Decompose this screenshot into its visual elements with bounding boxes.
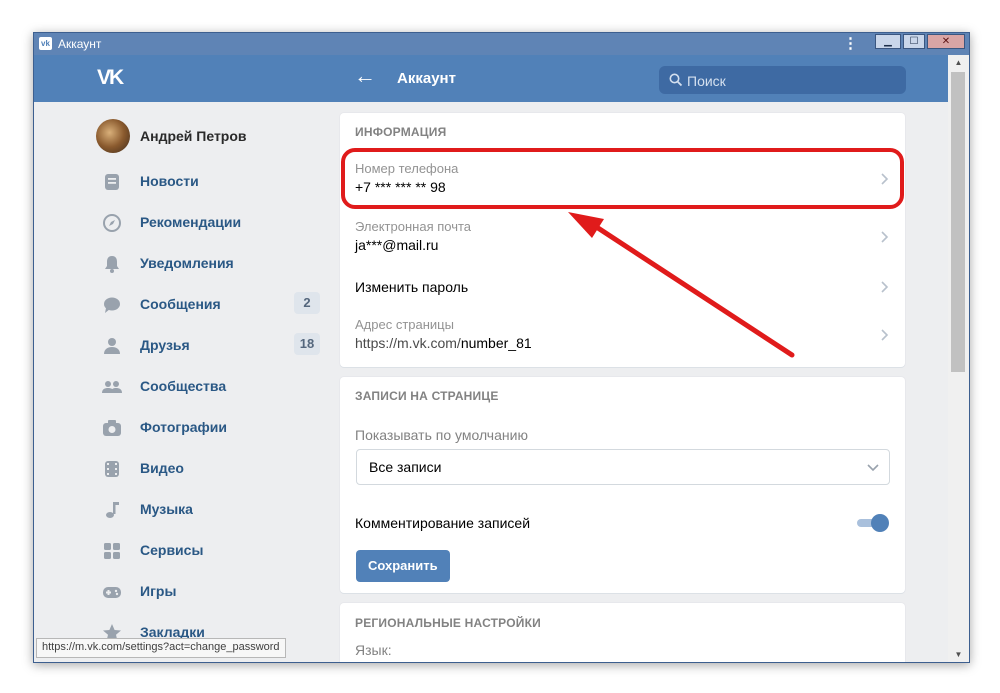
phone-value: +7 *** *** ** 98 xyxy=(355,179,446,195)
sidebar-item-friends[interactable]: Друзья 18 xyxy=(102,330,324,360)
sidebar-item-news[interactable]: Новости xyxy=(102,166,324,196)
sidebar-item-label: Новости xyxy=(140,173,199,189)
sidebar-item-label: Рекомендации xyxy=(140,214,242,230)
window-controls: ▁ ☐ ✕ xyxy=(875,34,965,49)
phone-number-row[interactable]: Номер телефона +7 *** *** ** 98 xyxy=(340,151,905,209)
email-label: Электронная почта xyxy=(355,219,472,234)
film-icon xyxy=(105,461,119,477)
chevron-right-icon xyxy=(881,231,889,243)
page-address-label: Адрес страницы xyxy=(355,317,454,332)
sidebar-item-services[interactable]: Сервисы xyxy=(102,535,324,565)
page-address-id: number_81 xyxy=(460,335,532,351)
back-arrow-icon[interactable]: ← xyxy=(354,63,376,89)
change-password-label: Изменить пароль xyxy=(355,279,469,295)
search-box[interactable] xyxy=(659,66,906,94)
posts-section-title: ЗАПИСИ НА СТРАНИЦЕ xyxy=(355,389,499,403)
window-title: Аккаунт xyxy=(58,37,102,51)
messages-count-badge: 2 xyxy=(294,292,320,314)
title-bar: vk Аккаунт ⋮ ▁ ☐ ✕ xyxy=(34,33,969,55)
sidebar-item-label: Сервисы xyxy=(140,542,204,558)
email-row[interactable]: Электронная почта ja***@mail.ru xyxy=(340,209,905,267)
default-posts-value: Все записи xyxy=(369,459,442,475)
chat-icon xyxy=(104,297,120,313)
sidebar-item-label: Сообщества xyxy=(140,378,227,394)
chevron-right-icon xyxy=(881,281,889,293)
save-button[interactable]: Сохранить xyxy=(356,550,450,582)
sidebar: Андрей Петров Новости Рекомендации Уведо… xyxy=(34,102,334,662)
sidebar-item-notifications[interactable]: Уведомления xyxy=(102,248,324,278)
info-card: ИНФОРМАЦИЯ Номер телефона +7 *** *** ** … xyxy=(340,113,905,367)
search-input[interactable] xyxy=(685,71,899,91)
default-posts-label: Показывать по умолчанию xyxy=(355,427,528,443)
news-icon xyxy=(105,174,119,190)
phone-label: Номер телефона xyxy=(355,161,459,176)
sidebar-item-label: Игры xyxy=(140,583,177,599)
scrollbar-thumb[interactable] xyxy=(951,72,965,372)
friends-count-badge: 18 xyxy=(294,333,320,355)
scroll-down-arrow-icon[interactable]: ▼ xyxy=(948,647,969,662)
maximize-button[interactable]: ☐ xyxy=(903,34,925,49)
chevron-down-icon xyxy=(867,464,879,472)
app-header: VK ← Аккаунт xyxy=(34,55,948,102)
person-icon xyxy=(104,338,120,354)
page-address-row[interactable]: Адрес страницы https://m.vk.com/number_8… xyxy=(340,307,905,363)
sidebar-item-games[interactable]: Игры xyxy=(102,576,324,606)
regional-section-title: РЕГИОНАЛЬНЫЕ НАСТРОЙКИ xyxy=(355,616,541,630)
bell-icon xyxy=(105,256,119,273)
toggle-knob xyxy=(871,514,889,532)
page-address-prefix: https://m.vk.com/ xyxy=(355,335,461,351)
search-icon xyxy=(669,73,683,87)
profile-name: Андрей Петров xyxy=(140,128,247,144)
email-value: ja***@mail.ru xyxy=(355,237,439,253)
compass-icon xyxy=(103,214,121,232)
sidebar-item-music[interactable]: Музыка xyxy=(102,494,324,524)
sidebar-item-video[interactable]: Видео xyxy=(102,453,324,483)
app-window: vk Аккаунт ⋮ ▁ ☐ ✕ VK ← Аккаунт Андрей П… xyxy=(33,32,970,663)
page-address-value: https://m.vk.com/number_81 xyxy=(355,335,532,351)
sidebar-item-communities[interactable]: Сообщества xyxy=(102,371,324,401)
chevron-right-icon xyxy=(881,173,889,185)
content-area: Андрей Петров Новости Рекомендации Уведо… xyxy=(34,102,948,662)
sidebar-item-label: Уведомления xyxy=(140,255,234,271)
avatar xyxy=(96,119,130,153)
sidebar-item-label: Музыка xyxy=(140,501,193,517)
info-section-title: ИНФОРМАЦИЯ xyxy=(355,125,447,139)
default-posts-select[interactable]: Все записи xyxy=(356,449,890,485)
sidebar-item-recommendations[interactable]: Рекомендации xyxy=(102,207,324,237)
vk-logo[interactable]: VK xyxy=(97,66,124,90)
change-password-row[interactable]: Изменить пароль xyxy=(340,267,905,307)
status-url-tooltip: https://m.vk.com/settings?act=change_pas… xyxy=(36,638,286,658)
language-label: Язык: xyxy=(355,642,392,658)
grid-icon xyxy=(104,543,120,559)
sidebar-item-label: Фотографии xyxy=(140,419,228,435)
gamepad-icon xyxy=(103,587,121,598)
camera-icon xyxy=(103,420,121,436)
regional-card: РЕГИОНАЛЬНЫЕ НАСТРОЙКИ Язык: xyxy=(340,603,905,662)
sidebar-item-label: Видео xyxy=(140,460,184,476)
minimize-button[interactable]: ▁ xyxy=(875,34,901,49)
music-note-icon xyxy=(106,502,119,518)
sidebar-item-photos[interactable]: Фотографии xyxy=(102,412,324,442)
posts-card: ЗАПИСИ НА СТРАНИЦЕ Показывать по умолчан… xyxy=(340,377,905,593)
sidebar-item-label: Друзья xyxy=(140,337,190,353)
scrollbar[interactable]: ▲ ▼ xyxy=(948,55,969,662)
comments-toggle[interactable] xyxy=(857,513,891,533)
sidebar-item-label: Сообщения xyxy=(140,296,221,312)
kebab-menu-icon[interactable]: ⋮ xyxy=(843,35,858,53)
scroll-up-arrow-icon[interactable]: ▲ xyxy=(948,55,969,70)
chevron-right-icon xyxy=(881,329,889,341)
comments-label: Комментирование записей xyxy=(355,515,531,531)
vk-app-icon: vk xyxy=(39,37,52,50)
sidebar-item-messages[interactable]: Сообщения 2 xyxy=(102,289,324,319)
page-title: Аккаунт xyxy=(397,70,456,87)
close-button[interactable]: ✕ xyxy=(927,34,965,49)
group-icon xyxy=(102,381,122,393)
